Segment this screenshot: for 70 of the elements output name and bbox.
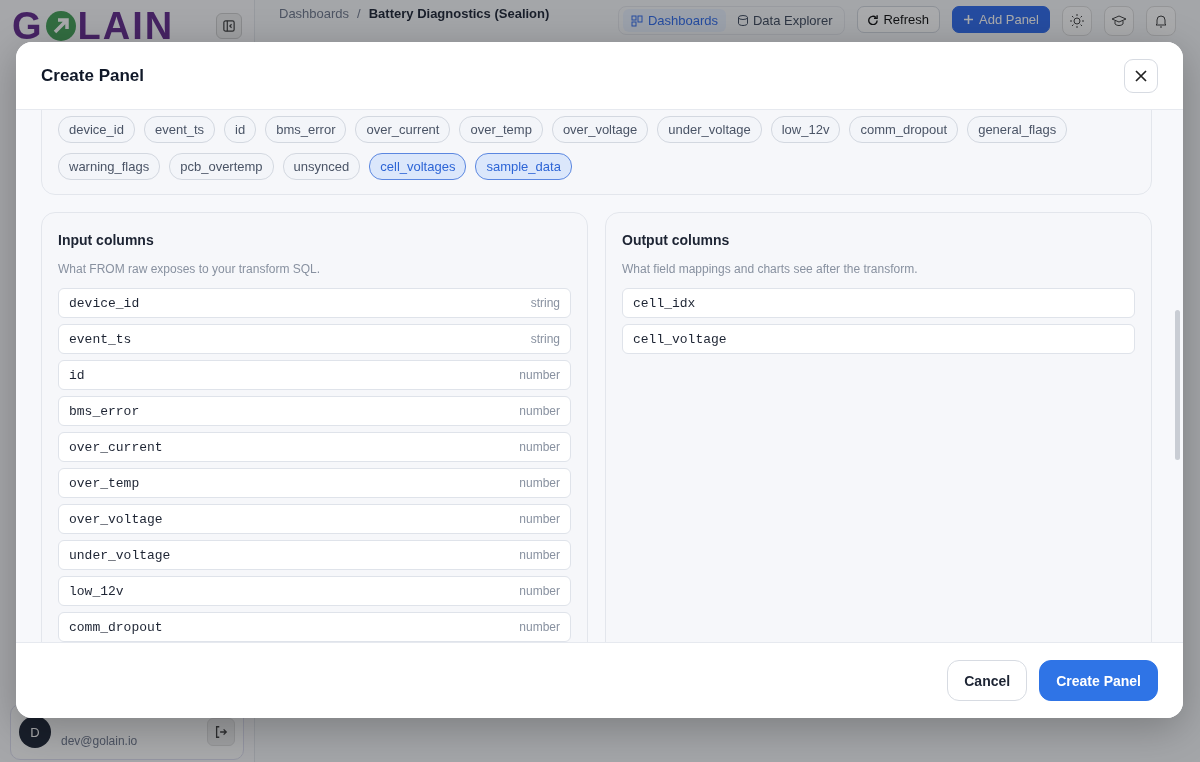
column-chip[interactable]: under_voltage — [657, 116, 762, 143]
graduation-cap-icon — [1111, 13, 1127, 29]
grid-icon — [630, 14, 643, 27]
column-type: number — [519, 404, 560, 418]
card-title: Output columns — [622, 232, 731, 248]
scrollbar-thumb[interactable] — [1175, 310, 1180, 460]
column-type: number — [519, 512, 560, 526]
column-chip[interactable]: id — [224, 116, 257, 143]
column-type: number — [519, 548, 560, 562]
logout-button[interactable] — [207, 718, 235, 746]
refresh-icon — [868, 14, 879, 25]
bell-icon — [1153, 13, 1169, 29]
column-name: device_id — [69, 295, 140, 311]
column-chip[interactable]: unsynced — [282, 153, 361, 180]
logo-text: G — [12, 7, 44, 45]
plus-icon — [963, 14, 974, 25]
column-chip[interactable]: bms_error — [265, 116, 347, 143]
collapse-sidebar-button[interactable] — [216, 13, 242, 39]
column-chip[interactable]: sample_data — [475, 153, 572, 180]
theme-button[interactable] — [1062, 6, 1092, 36]
column-chip[interactable]: warning_flags — [58, 153, 161, 180]
column-chip[interactable]: over_voltage — [551, 116, 649, 143]
column-chip[interactable]: pcb_overtemp — [169, 153, 274, 180]
column-type: number — [519, 584, 560, 598]
breadcrumb-current: Battery Diagnostics (Sealion) — [368, 6, 550, 21]
column-name: bms_error — [69, 403, 140, 419]
column-chip[interactable]: over_current — [355, 116, 451, 143]
card-title: Input columns — [58, 232, 155, 248]
column-name: over_voltage — [69, 511, 163, 527]
column-type: string — [530, 296, 560, 310]
column-chip[interactable]: cell_voltages — [369, 153, 467, 180]
database-icon — [738, 15, 748, 26]
column-chip[interactable]: device_id — [58, 116, 135, 143]
column-type: string — [530, 332, 560, 346]
column-name: over_temp — [69, 475, 140, 491]
refresh-button[interactable]: Refresh — [857, 6, 940, 33]
column-type: number — [519, 440, 560, 454]
sidebar-icon — [223, 19, 235, 33]
user-email: dev@golain.io — [61, 734, 138, 748]
close-icon — [1134, 68, 1148, 83]
sun-icon — [1069, 13, 1085, 29]
column-type: number — [519, 368, 560, 382]
column-chip[interactable]: comm_dropout — [849, 116, 959, 143]
notifications-button[interactable] — [1146, 6, 1176, 36]
column-name: cell_idx — [633, 295, 696, 311]
column-chip[interactable]: low_12v — [770, 116, 841, 143]
create-panel-button[interactable]: Create Panel — [1039, 660, 1158, 701]
column-name: over_current — [69, 439, 163, 455]
column-chip[interactable]: general_flags — [967, 116, 1068, 143]
column-name: id — [69, 367, 85, 383]
logo-text: LAIN — [77, 7, 175, 45]
close-button[interactable] — [1124, 58, 1158, 93]
column-name: under_voltage — [69, 547, 171, 563]
column-name: event_ts — [69, 331, 132, 347]
learn-button[interactable] — [1104, 6, 1134, 36]
column-name: comm_dropout — [69, 619, 163, 635]
cancel-button[interactable]: Cancel — [947, 660, 1028, 701]
column-name: cell_voltage — [633, 331, 727, 347]
user-avatar: D — [19, 716, 51, 748]
column-name: low_12v — [69, 583, 124, 599]
view-tab[interactable]: Data Explorer — [730, 9, 841, 32]
breadcrumb-separator: / — [357, 6, 361, 21]
dialog-title: Create Panel — [41, 65, 144, 86]
column-type: number — [519, 620, 560, 634]
logout-icon — [214, 724, 228, 740]
column-type: number — [519, 476, 560, 490]
card-subtitle: What field mappings and charts see after the transform. — [622, 262, 919, 276]
card-subtitle: What FROM raw exposes to your transform SQL. — [58, 262, 322, 276]
column-chip[interactable]: event_ts — [143, 116, 216, 143]
column-chip[interactable]: over_temp — [459, 116, 543, 143]
